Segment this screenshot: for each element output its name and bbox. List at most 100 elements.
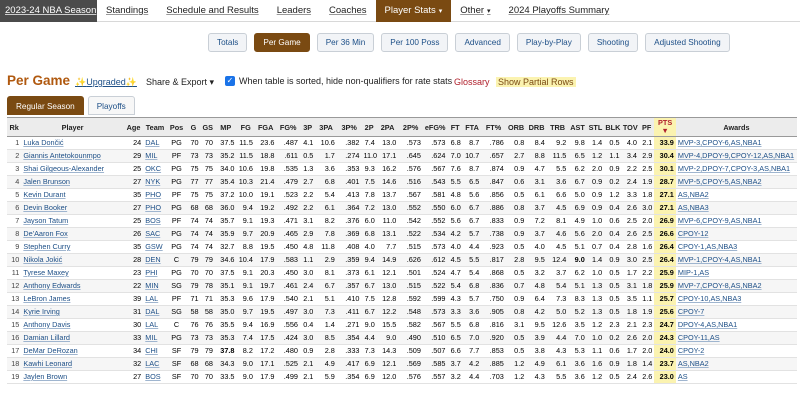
cell-awards[interactable]: CPOY-11,AS xyxy=(675,331,797,345)
cell-awards[interactable]: AS,NBA2 xyxy=(675,188,797,202)
column-header-stl[interactable]: STL xyxy=(586,117,605,137)
subnav-per-game-button[interactable]: Per Game xyxy=(254,33,310,52)
column-header-tov[interactable]: TOV xyxy=(621,117,639,137)
column-header-team[interactable]: Team xyxy=(143,117,167,137)
qualifier-toggle[interactable]: ✓ When table is sorted, hide non-qualifi… xyxy=(225,76,452,86)
tab-playoffs[interactable]: Playoffs xyxy=(87,96,135,115)
nav-leaders[interactable]: Leaders xyxy=(268,0,320,22)
cell-team[interactable]: PHO xyxy=(143,201,167,215)
cell-team[interactable]: MIN xyxy=(143,279,167,293)
subnav-per-100-poss-button[interactable]: Per 100 Poss xyxy=(381,33,449,52)
nav-standings[interactable]: Standings xyxy=(97,0,157,22)
cell-player[interactable]: Jaylen Brown xyxy=(21,370,124,384)
cell-player[interactable]: Nikola Jokić xyxy=(21,253,124,267)
nav-schedule-results[interactable]: Schedule and Results xyxy=(157,0,267,22)
cell-awards[interactable]: MVP-5,CPOY-5,AS,NBA2 xyxy=(675,175,797,189)
column-header-drb[interactable]: DRB xyxy=(526,117,547,137)
share-export-menu[interactable]: Share & Export ▾ xyxy=(146,77,214,88)
cell-team[interactable]: CHI xyxy=(143,344,167,358)
cell-team[interactable]: BOS xyxy=(143,370,167,384)
subnav-adjusted-shooting-button[interactable]: Adjusted Shooting xyxy=(645,33,730,52)
nav-other[interactable]: Other ▾ xyxy=(451,0,499,22)
column-header-pos[interactable]: Pos xyxy=(166,117,187,137)
cell-awards[interactable]: AS,NBA3 xyxy=(675,201,797,215)
cell-awards[interactable]: MVP-7,CPOY-8,AS,NBA2 xyxy=(675,279,797,293)
column-header-player[interactable]: Player xyxy=(21,117,124,137)
nav-coaches[interactable]: Coaches xyxy=(320,0,376,22)
cell-player[interactable]: LeBron James xyxy=(21,292,124,306)
cell-awards[interactable]: CPOY-1,AS,NBA3 xyxy=(675,240,797,254)
column-header-ft-pct[interactable]: FT% xyxy=(481,117,506,137)
cell-player[interactable]: Jayson Tatum xyxy=(21,214,124,228)
cell-awards[interactable]: CPOY-7 xyxy=(675,305,797,319)
cell-awards[interactable]: MVP-1,CPOY-4,AS,NBA1 xyxy=(675,253,797,267)
column-header-fga[interactable]: FGA xyxy=(254,117,277,137)
cell-player[interactable]: Kawhi Leonard xyxy=(21,357,124,371)
column-header-2pa[interactable]: 2PA xyxy=(376,117,399,137)
cell-team[interactable]: DAL xyxy=(143,305,167,319)
column-header-orb[interactable]: ORB xyxy=(505,117,527,137)
subnav-play-by-play-button[interactable]: Play-by-Play xyxy=(516,33,581,52)
column-header-fta[interactable]: FTA xyxy=(462,117,482,137)
upgraded-link[interactable]: ✨Upgraded✨ xyxy=(75,77,137,88)
nav-playoffs-summary[interactable]: 2024 Playoffs Summary xyxy=(500,0,619,22)
column-header-age[interactable]: Age xyxy=(123,117,144,137)
cell-team[interactable]: LAC xyxy=(143,357,167,371)
cell-team[interactable]: MIL xyxy=(143,331,167,345)
column-header-trb[interactable]: TRB xyxy=(546,117,569,137)
nav-player-stats[interactable]: Player Stats ▾ xyxy=(375,0,452,22)
column-header-mp[interactable]: MP xyxy=(214,117,237,137)
subnav-per-36-min-button[interactable]: Per 36 Min xyxy=(316,33,375,52)
cell-player[interactable]: Luka Dončić xyxy=(21,136,124,150)
subnav-advanced-button[interactable]: Advanced xyxy=(455,33,510,52)
tab-regular-season[interactable]: Regular Season xyxy=(7,96,84,115)
column-header-ft[interactable]: FT xyxy=(447,117,463,137)
cell-awards[interactable]: CPOY-10,AS,NBA3 xyxy=(675,292,797,306)
column-header-pts[interactable]: PTS ▼ xyxy=(654,117,676,137)
cell-awards[interactable]: MVP-2,DPOY-7,CPOY-3,AS,NBA1 xyxy=(675,162,797,176)
cell-player[interactable]: Kyrie Irving xyxy=(21,305,124,319)
cell-team[interactable]: GSW xyxy=(143,240,167,254)
cell-player[interactable]: Shai Gilgeous-Alexander xyxy=(21,162,124,176)
cell-awards[interactable]: DPOY-4,AS,NBA1 xyxy=(675,318,797,332)
cell-player[interactable]: Tyrese Maxey xyxy=(21,266,124,280)
cell-team[interactable]: SAC xyxy=(143,227,167,241)
column-header-gs[interactable]: GS xyxy=(200,117,215,137)
cell-team[interactable]: DEN xyxy=(143,253,167,267)
cell-player[interactable]: Anthony Edwards xyxy=(21,279,124,293)
glossary-link[interactable]: Glossary xyxy=(454,77,490,87)
subnav-totals-button[interactable]: Totals xyxy=(208,33,248,52)
column-header-blk[interactable]: BLK xyxy=(604,117,622,137)
column-header-awards[interactable]: Awards xyxy=(675,117,797,137)
subnav-shooting-button[interactable]: Shooting xyxy=(587,33,639,52)
cell-team[interactable]: PHI xyxy=(143,266,167,280)
column-header-g[interactable]: G xyxy=(186,117,201,137)
cell-player[interactable]: Damian Lillard xyxy=(21,331,124,345)
cell-player[interactable]: DeMar DeRozan xyxy=(21,344,124,358)
cell-player[interactable]: Giannis Antetokounmpo xyxy=(21,149,124,163)
cell-awards[interactable]: MVP-6,CPOY-9,AS,NBA1 xyxy=(675,214,797,228)
cell-team[interactable]: LAL xyxy=(143,318,167,332)
cell-player[interactable]: De'Aaron Fox xyxy=(21,227,124,241)
column-header-2p-pct[interactable]: 2P% xyxy=(398,117,423,137)
cell-player[interactable]: Devin Booker xyxy=(21,201,124,215)
cell-team[interactable]: DAL xyxy=(143,136,167,150)
cell-team[interactable]: LAL xyxy=(143,292,167,306)
cell-awards[interactable]: CPOY-2 xyxy=(675,344,797,358)
cell-team[interactable]: OKC xyxy=(143,162,167,176)
column-header-fg[interactable]: FG xyxy=(236,117,255,137)
cell-awards[interactable]: AS,NBA2 xyxy=(675,357,797,371)
cell-player[interactable]: Anthony Davis xyxy=(21,318,124,332)
column-header-rk[interactable]: Rk xyxy=(7,117,22,137)
cell-team[interactable]: NYK xyxy=(143,175,167,189)
cell-awards[interactable]: AS xyxy=(675,370,797,384)
cell-team[interactable]: BOS xyxy=(143,214,167,228)
cell-awards[interactable]: MIP-1,AS xyxy=(675,266,797,280)
column-header-3p[interactable]: 3P xyxy=(299,117,316,137)
nav-season[interactable]: 2023-24 NBA Season xyxy=(0,0,97,22)
cell-awards[interactable]: MVP-4,DPOY-9,CPOY-12,AS,NBA1 xyxy=(675,149,797,163)
cell-player[interactable]: Kevin Durant xyxy=(21,188,124,202)
cell-player[interactable]: Stephen Curry xyxy=(21,240,124,254)
cell-team[interactable]: MIL xyxy=(143,149,167,163)
cell-team[interactable]: PHO xyxy=(143,188,167,202)
